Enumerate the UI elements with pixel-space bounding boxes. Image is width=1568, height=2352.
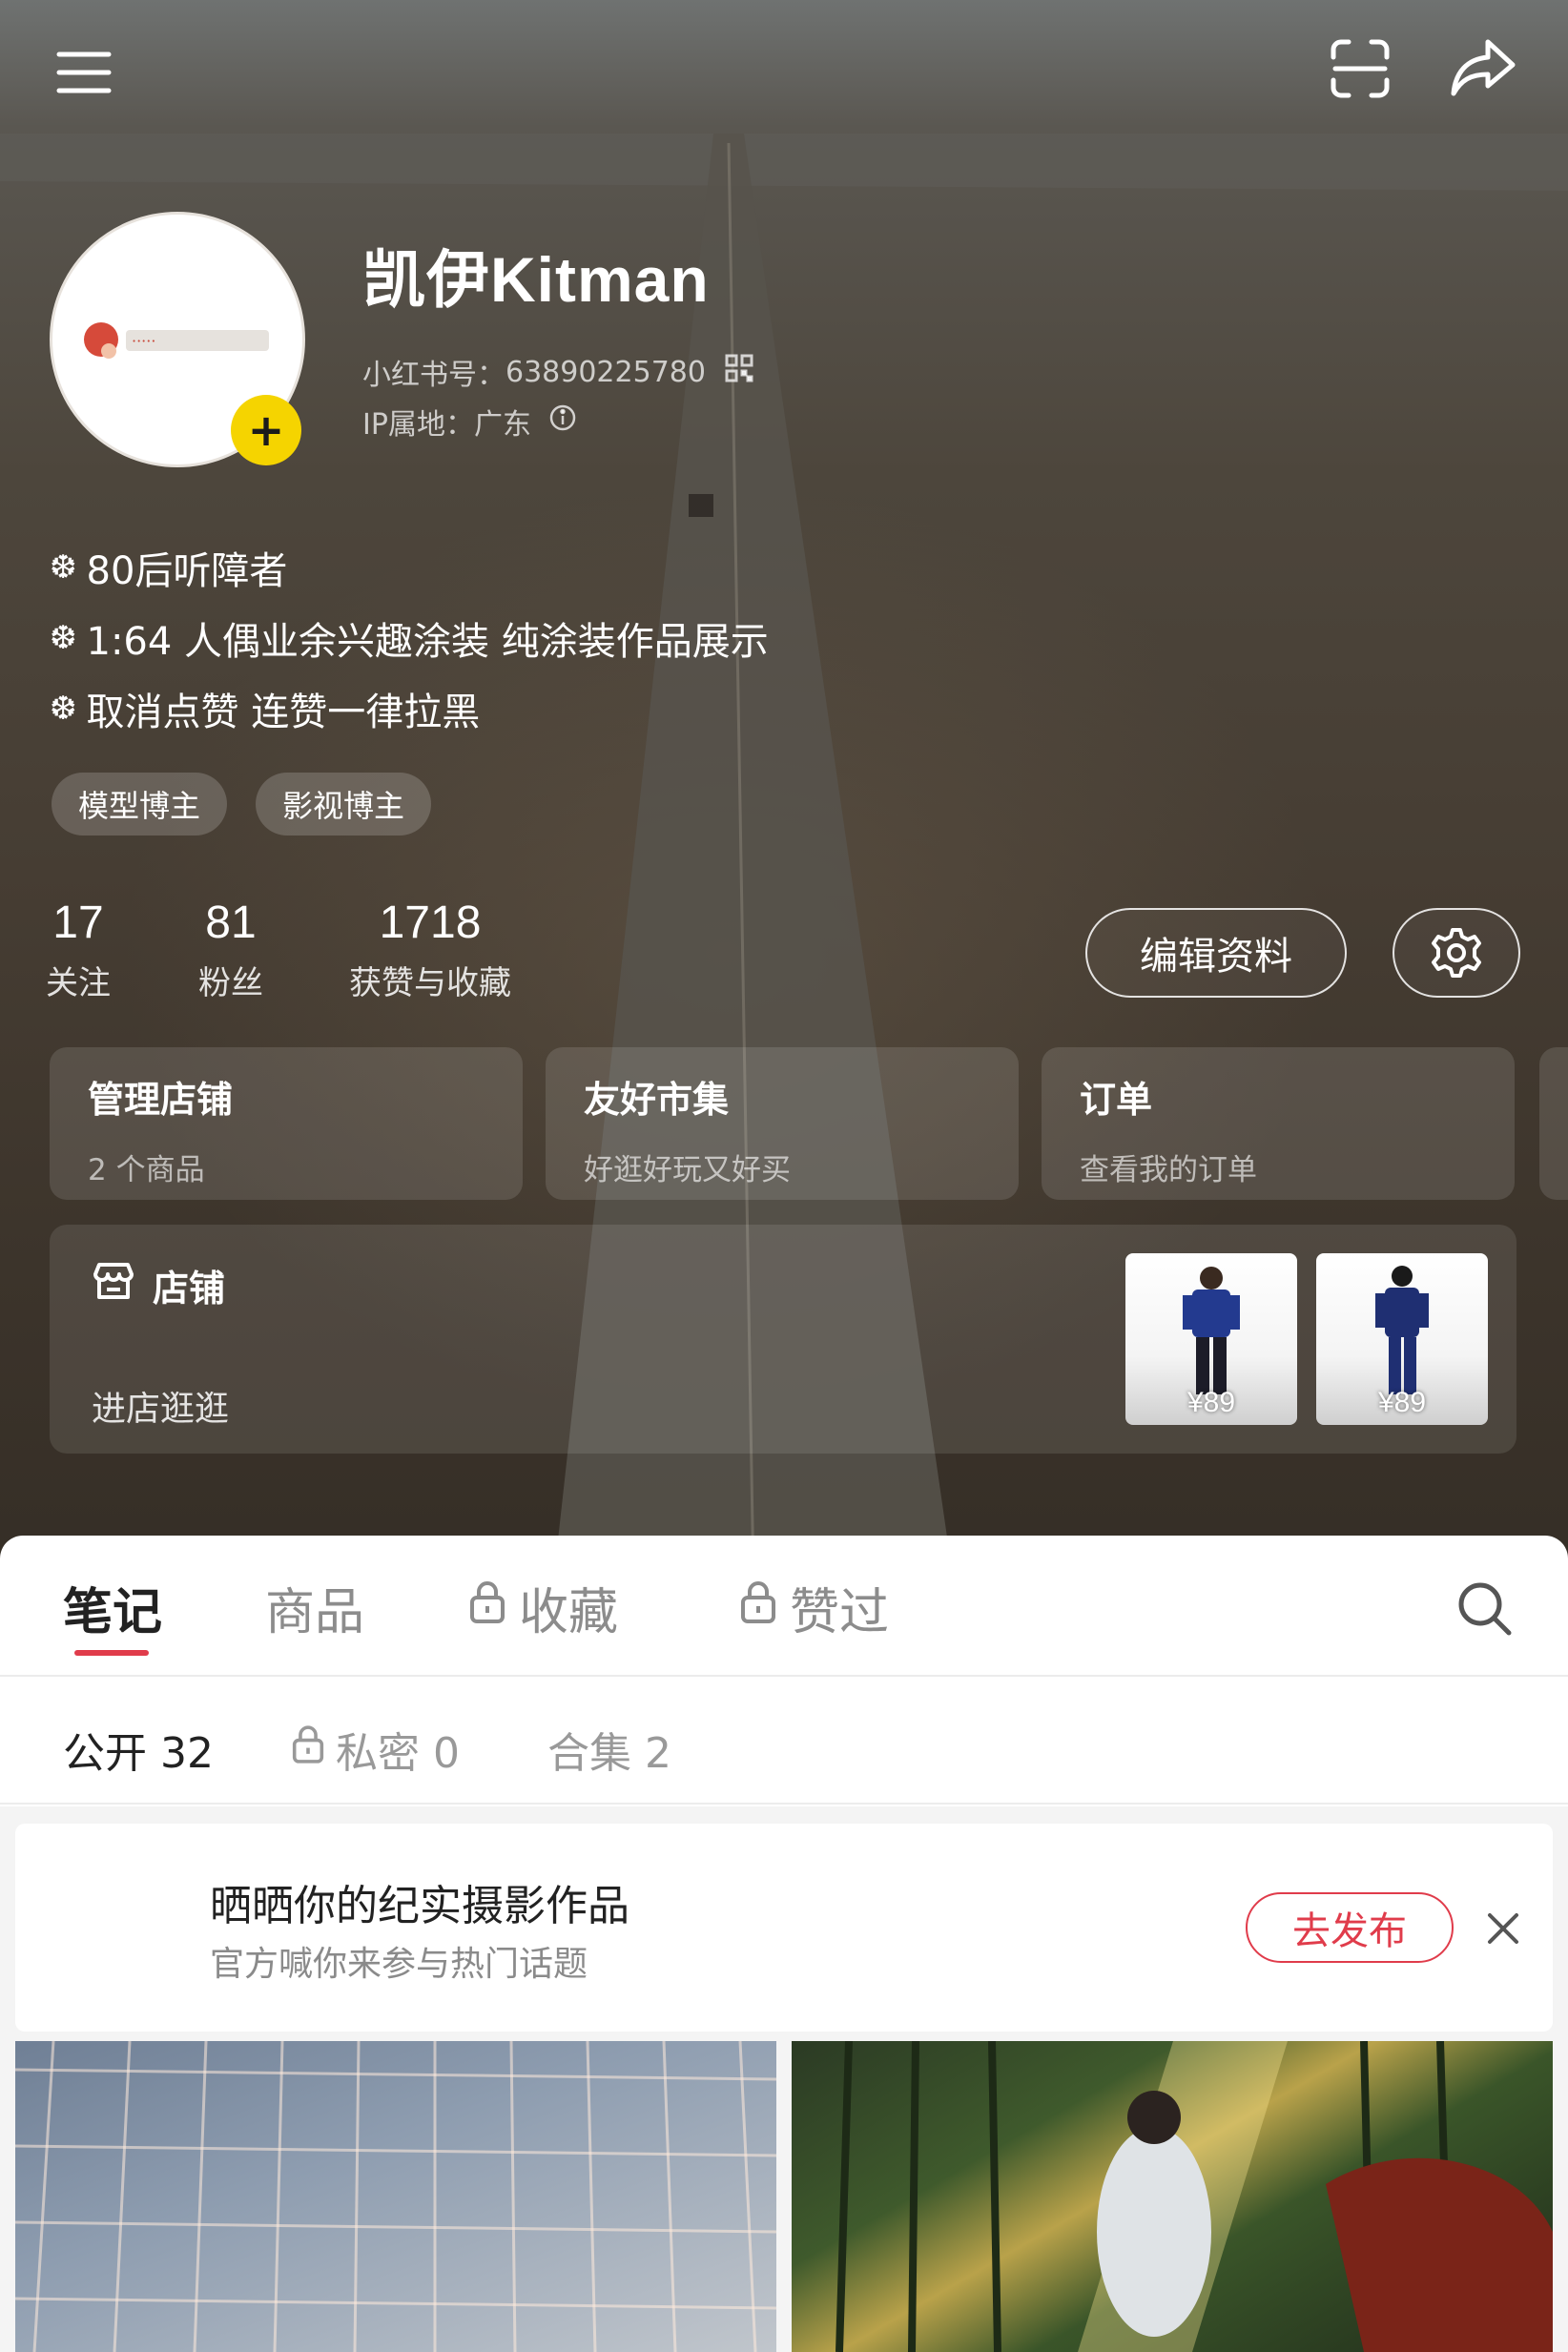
tag-film-blogger[interactable]: 影视博主: [256, 773, 432, 836]
tab-liked[interactable]: 赞过: [740, 1572, 889, 1643]
sub-tab-bar: 公开 32 私密 0 合集 2: [0, 1679, 1568, 1805]
close-icon[interactable]: [1482, 1908, 1524, 1950]
snowflake-icon: ❆: [50, 690, 77, 728]
product-price: ¥89: [1377, 1387, 1427, 1418]
topic-promo-banner[interactable]: 晒晒你的纪实摄影作品 官方喊你来参与热门话题 去发布: [15, 1824, 1553, 2032]
ip-label: IP属地：: [362, 408, 474, 442]
store-section[interactable]: 店铺 进店逛逛 ¥89 ¥89: [50, 1225, 1516, 1454]
share-icon[interactable]: [1442, 29, 1524, 107]
settings-button[interactable]: [1393, 908, 1520, 998]
tab-collections[interactable]: 收藏: [469, 1572, 618, 1643]
svg-text:·····: ·····: [132, 332, 155, 350]
content-panel: 笔记 商品 收藏 赞过 公开 32 私密 0 合集 2 晒晒你的纪实摄影作品 官…: [0, 1536, 1568, 2352]
tab-notes[interactable]: 笔记: [63, 1572, 162, 1643]
tag-model-blogger[interactable]: 模型博主: [52, 773, 228, 836]
card-next-partial[interactable]: [1539, 1047, 1568, 1200]
stat-number: 17: [52, 897, 104, 948]
card-subtitle: 2 个商品: [88, 1153, 205, 1187]
profile-header: ····· + 凯伊Kitman 小红书号： 63890225780 IP属地：…: [0, 0, 1568, 1583]
store-product[interactable]: ¥89: [1316, 1253, 1488, 1425]
publish-button[interactable]: 去发布: [1246, 1892, 1454, 1963]
subtab-albums[interactable]: 合集 2: [547, 1719, 671, 1780]
store-title-text: 店铺: [153, 1268, 226, 1310]
scan-icon[interactable]: [1322, 31, 1398, 107]
snowflake-icon: ❆: [50, 548, 77, 587]
store-visit-link[interactable]: 进店逛逛: [92, 1381, 229, 1431]
avatar-logo-image: ·····: [84, 322, 269, 359]
user-id-label: 小红书号：: [362, 359, 505, 392]
bio-line: ❆ 80后听障者: [50, 540, 287, 595]
ip-value: 广东: [473, 408, 531, 442]
stat-likes-collects[interactable]: 1718 获赞与收藏: [349, 897, 511, 1003]
stat-followers[interactable]: 81 粉丝: [198, 897, 263, 1003]
subtab-private[interactable]: 私密 0: [292, 1719, 460, 1780]
stat-number: 81: [205, 897, 257, 948]
bio-line: ❆ 1:64 人偶业余兴趣涂装 纯涂装作品展示: [50, 610, 769, 666]
username: 凯伊Kitman: [362, 244, 710, 315]
tab-bar: 笔记 商品 收藏 赞过: [0, 1536, 1568, 1677]
ip-location-row: IP属地： 广东: [362, 401, 577, 443]
card-friendly-market[interactable]: 友好市集 好逛好玩又好买: [546, 1047, 1019, 1200]
card-subtitle: 查看我的订单: [1080, 1153, 1257, 1187]
card-title: 友好市集: [584, 1079, 730, 1121]
menu-icon[interactable]: [50, 38, 118, 107]
tab-products[interactable]: 商品: [265, 1572, 364, 1643]
info-icon[interactable]: [548, 403, 577, 440]
store-product[interactable]: ¥89: [1125, 1253, 1297, 1425]
tab-active-indicator: [74, 1650, 149, 1656]
subtab-public[interactable]: 公开 32: [63, 1719, 214, 1780]
tab-label: 赞过: [790, 1584, 890, 1641]
note-card-image[interactable]: [15, 2041, 776, 2352]
card-orders[interactable]: 订单 查看我的订单: [1042, 1047, 1515, 1200]
edit-profile-button[interactable]: 编辑资料: [1085, 908, 1347, 998]
store-title: 店铺: [92, 1259, 225, 1311]
lock-icon: [469, 1579, 505, 1637]
plus-icon: +: [247, 404, 285, 456]
bio-line: ❆ 取消点赞 连赞一律拉黑: [50, 681, 480, 736]
tab-label: 笔记: [63, 1584, 163, 1641]
card-title: 订单: [1080, 1079, 1153, 1121]
tab-label: 收藏: [519, 1584, 619, 1641]
gear-icon: [1432, 928, 1481, 978]
store-icon: [92, 1261, 135, 1310]
bamboo-forest-image: [836, 2041, 1553, 2352]
product-price: ¥89: [1186, 1387, 1236, 1418]
top-bar: [0, 0, 1568, 134]
promo-subtitle: 官方喊你来参与热门话题: [210, 1945, 588, 1984]
bio-text: 80后听障者: [86, 549, 288, 593]
lock-icon: [292, 1724, 324, 1775]
add-avatar-button[interactable]: +: [231, 395, 301, 465]
user-id-row: 小红书号： 63890225780: [362, 351, 753, 393]
bio-text: 1:64 人偶业余兴趣涂装 纯涂装作品展示: [86, 620, 769, 664]
bio-text: 取消点赞 连赞一律拉黑: [86, 691, 481, 734]
card-subtitle: 好逛好玩又好买: [584, 1153, 791, 1187]
qr-code-icon[interactable]: [725, 354, 753, 390]
note-card-image[interactable]: [792, 2041, 1553, 2352]
tab-label: 商品: [265, 1584, 365, 1641]
subtab-label: 私密 0: [336, 1729, 460, 1778]
subtab-label: 合集 2: [547, 1729, 671, 1778]
stat-label: 获赞与收藏: [349, 964, 511, 1002]
lock-icon: [740, 1579, 776, 1637]
stat-label: 关注: [46, 964, 111, 1002]
stat-following[interactable]: 17 关注: [46, 897, 111, 1003]
grid-photo-image: [15, 2041, 776, 2352]
stat-label: 粉丝: [198, 964, 263, 1002]
user-id-value: 63890225780: [505, 355, 706, 389]
promo-title: 晒晒你的纪实摄影作品: [210, 1882, 629, 1930]
stat-number: 1718: [379, 897, 482, 948]
subtab-label: 公开 32: [63, 1729, 214, 1778]
search-icon[interactable]: [1454, 1578, 1515, 1639]
card-title: 管理店铺: [88, 1079, 234, 1121]
card-manage-store[interactable]: 管理店铺 2 个商品: [50, 1047, 523, 1200]
snowflake-icon: ❆: [50, 619, 77, 657]
